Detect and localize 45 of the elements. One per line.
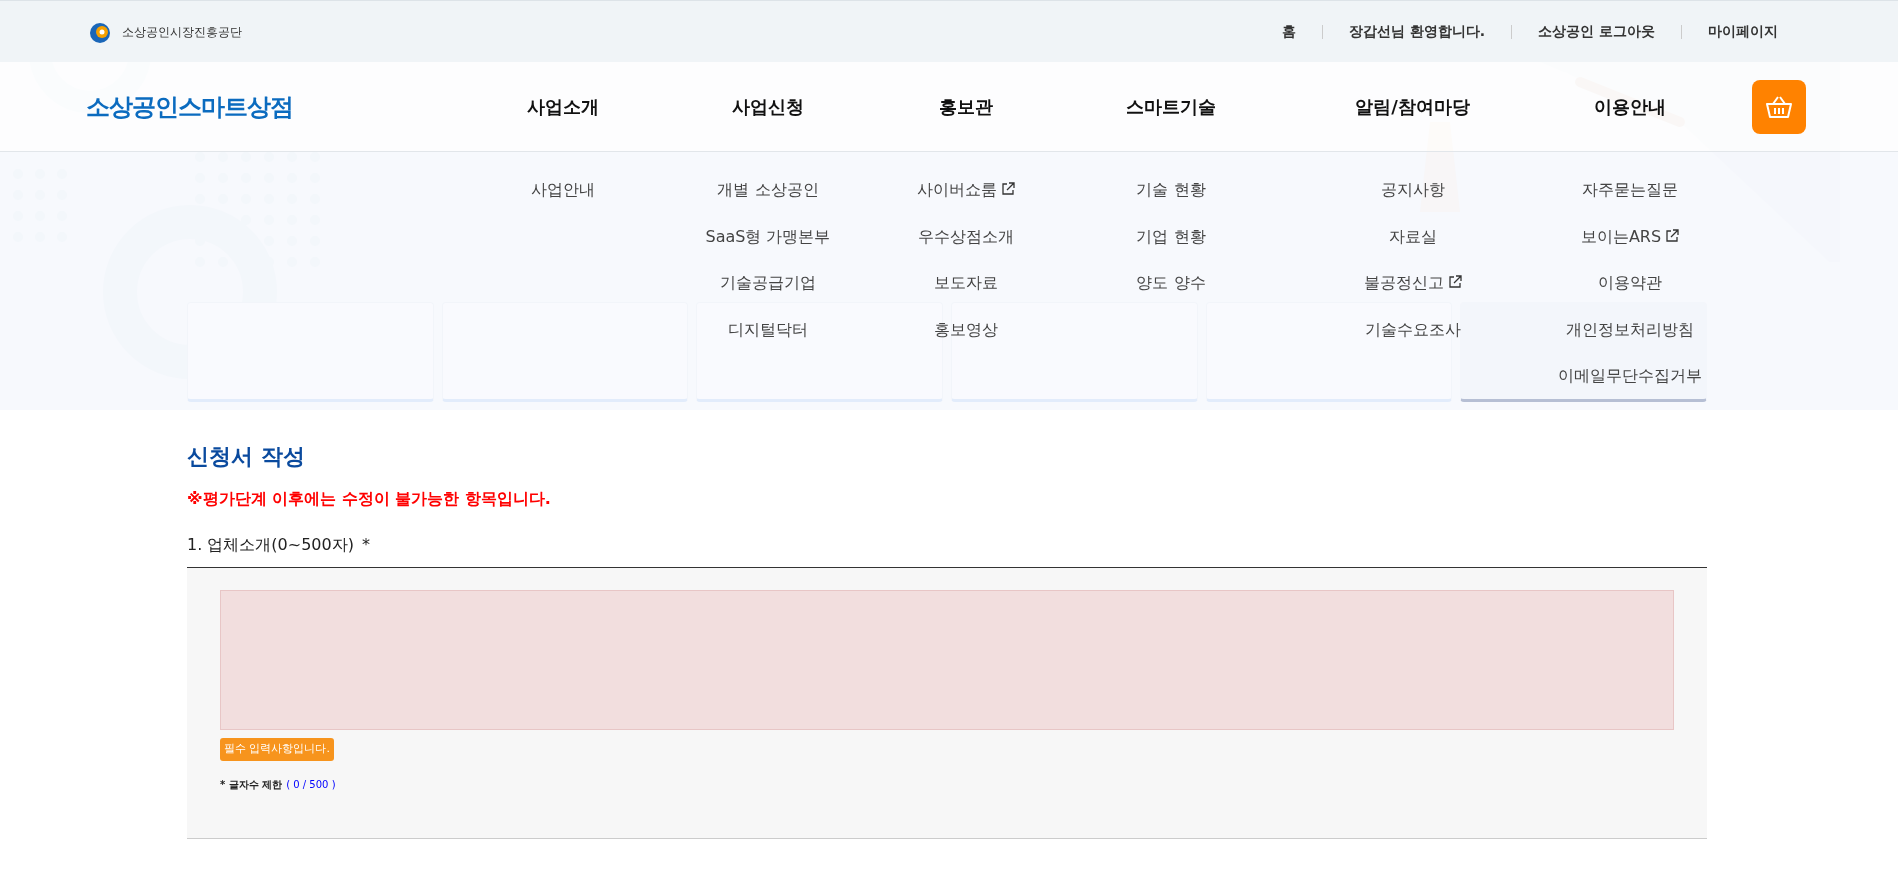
external-link-icon — [1001, 182, 1015, 196]
submenu-link[interactable]: 양도 양수 — [1062, 271, 1280, 318]
submenu-link[interactable]: 기업 현황 — [1062, 224, 1280, 271]
submenu-link[interactable]: 디지털닥터 — [666, 317, 870, 364]
nav-menu-item[interactable]: 이용안내 — [1545, 93, 1715, 120]
organization-name: 소상공인시장진흥공단 — [122, 23, 242, 41]
cart-button[interactable] — [1752, 79, 1806, 134]
external-link-icon — [1447, 275, 1462, 289]
error-message: 필수 입력사항입니다. — [220, 738, 334, 761]
section-title: 신청서 작성 — [187, 443, 306, 471]
nav-menu-item[interactable]: 사업신청 — [666, 93, 870, 120]
nav-menu-item[interactable]: 알림/참여마당 — [1280, 93, 1545, 120]
submenu-link[interactable]: 공지사항 — [1280, 178, 1545, 225]
basket-icon — [1766, 95, 1792, 118]
char-limit-label: * 글자수 제한 — [220, 777, 283, 792]
nav-menu-item[interactable]: 사업소개 — [460, 93, 666, 120]
top-link[interactable]: 소상공인 로그아웃 — [1512, 21, 1681, 42]
warning-text: ※평가단계 이후에는 수정이 불가능한 항목입니다. — [187, 488, 552, 510]
external-link-icon — [1665, 228, 1680, 243]
submenu-link[interactable]: 사업안내 — [460, 178, 666, 225]
nav-menu-item[interactable]: 홍보관 — [870, 93, 1062, 120]
top-link[interactable]: 장갑선님 환영합니다. — [1322, 21, 1512, 42]
submenu-link[interactable]: 사이버쇼룸 — [870, 178, 1062, 225]
submenu-link[interactable]: 보도자료 — [870, 271, 1062, 318]
site-logo[interactable]: 소상공인스마트상점 — [86, 88, 460, 125]
submenu-link[interactable]: 보이는ARS — [1545, 224, 1715, 271]
submenu-link[interactable]: 이용약관 — [1545, 271, 1715, 318]
submenu-link[interactable]: 기술수요조사 — [1280, 317, 1545, 364]
submenu-link[interactable]: 홍보영상 — [870, 317, 1062, 364]
top-link[interactable]: 마이페이지 — [1682, 21, 1778, 42]
submenu-link[interactable]: 이메일무단수집거부 — [1545, 364, 1715, 410]
submenu-link[interactable]: 개인정보처리방침 — [1545, 317, 1715, 364]
submenu-link[interactable]: 기술공급기업 — [666, 271, 870, 318]
top-link[interactable]: 홈 — [1255, 21, 1322, 42]
submenu-link[interactable]: 개별 소상공인 — [666, 178, 870, 225]
submenu-link[interactable]: 기술 현황 — [1062, 178, 1280, 225]
required-mark: * — [361, 534, 370, 556]
submenu-link[interactable]: 불공정신고 — [1280, 271, 1545, 318]
submenu-link[interactable]: 우수상점소개 — [870, 224, 1062, 271]
submenu-link[interactable]: 자주묻는질문 — [1545, 178, 1715, 225]
submenu-link[interactable]: 자료실 — [1280, 224, 1545, 271]
char-counter: ( 0 / 500 ) — [286, 777, 336, 792]
field-label: 1. 업체소개(0~500자) — [187, 534, 354, 556]
nav-menu-item[interactable]: 스마트기술 — [1062, 93, 1280, 120]
submenu-link[interactable]: SaaS형 가맹본부 — [666, 224, 870, 271]
